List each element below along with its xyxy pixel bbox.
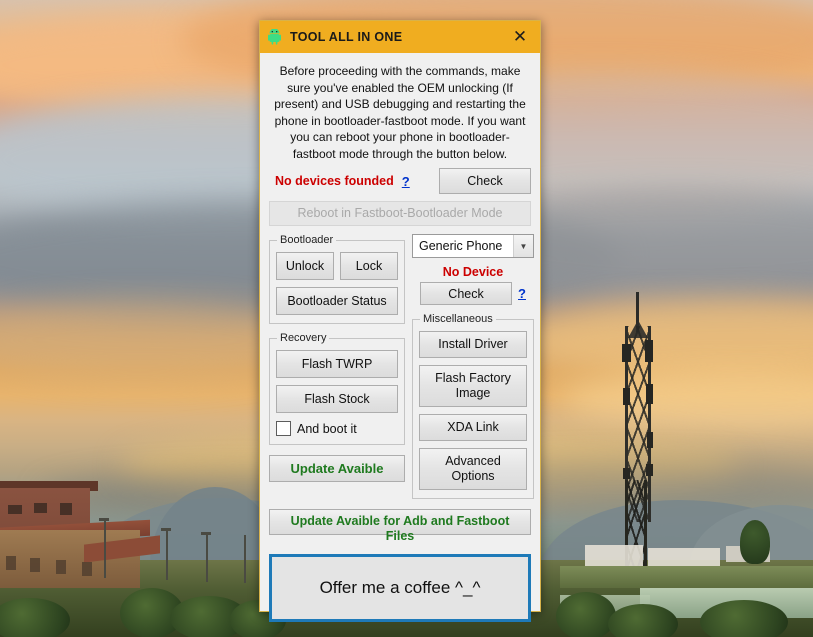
- check-device-button[interactable]: Check: [439, 168, 531, 194]
- flash-stock-button[interactable]: Flash Stock: [276, 385, 398, 413]
- install-driver-button[interactable]: Install Driver: [419, 331, 527, 358]
- unlock-button[interactable]: Unlock: [276, 252, 334, 280]
- miscellaneous-group: Miscellaneous Install Driver Flash Facto…: [412, 313, 534, 499]
- bootloader-group-legend: Bootloader: [280, 234, 334, 246]
- desktop-background: TOOL ALL IN ONE ✕ Before proceeding with…: [0, 0, 813, 637]
- and-boot-it-row: And boot it: [276, 421, 398, 436]
- and-boot-it-checkbox[interactable]: [276, 421, 291, 436]
- instructions-text: Before proceeding with the commands, mak…: [274, 64, 526, 161]
- device-status-help-link[interactable]: ?: [402, 174, 410, 189]
- update-adb-fastboot-files-button[interactable]: Update Avaible for Adb and Fastboot File…: [269, 509, 531, 543]
- chevron-down-icon[interactable]: ▼: [513, 235, 533, 257]
- miscellaneous-group-legend: Miscellaneous: [423, 313, 493, 325]
- xda-link-button[interactable]: XDA Link: [419, 414, 527, 441]
- recovery-group-legend: Recovery: [280, 332, 327, 344]
- device-select-wrapper: Generic Phone ▼: [412, 234, 534, 258]
- reboot-fastboot-bootloader-button[interactable]: Reboot in Fastboot-Bootloader Mode: [269, 201, 531, 226]
- close-icon[interactable]: ✕: [500, 21, 540, 53]
- advanced-options-button[interactable]: Advanced Options: [419, 448, 527, 490]
- offer-coffee-button[interactable]: Offer me a coffee ^_^: [269, 554, 531, 622]
- window-title-bar: TOOL ALL IN ONE ✕: [260, 21, 540, 53]
- right-column: Generic Phone ▼ No Device Check ? Miscel…: [412, 234, 534, 507]
- left-column: Bootloader Unlock Lock Bootloader Status…: [269, 234, 405, 482]
- window-title: TOOL ALL IN ONE: [290, 30, 403, 44]
- right-check-row: Check ?: [412, 282, 534, 305]
- flash-factory-image-button[interactable]: Flash Factory Image: [419, 365, 527, 407]
- flash-twrp-button[interactable]: Flash TWRP: [276, 350, 398, 378]
- window-client-area: Before proceeding with the commands, mak…: [260, 53, 540, 622]
- tool-all-in-one-window: TOOL ALL IN ONE ✕ Before proceeding with…: [259, 20, 541, 622]
- device-status-row: No devices founded ? Check: [269, 168, 531, 194]
- android-robot-icon: [266, 28, 282, 46]
- right-help-link[interactable]: ?: [518, 286, 526, 301]
- check-device-secondary-button[interactable]: Check: [420, 282, 513, 305]
- recovery-group: Recovery Flash TWRP Flash Stock And boot…: [269, 332, 405, 445]
- lock-button[interactable]: Lock: [340, 252, 398, 280]
- right-device-status-text: No Device: [442, 265, 504, 279]
- main-columns: Bootloader Unlock Lock Bootloader Status…: [269, 234, 534, 507]
- bootloader-status-button[interactable]: Bootloader Status: [276, 287, 398, 315]
- and-boot-it-label[interactable]: And boot it: [297, 422, 357, 436]
- unlock-lock-row: Unlock Lock: [276, 252, 398, 280]
- device-status-text: No devices founded: [275, 174, 394, 188]
- update-available-button[interactable]: Update Avaible: [269, 455, 405, 482]
- bootloader-group: Bootloader Unlock Lock Bootloader Status: [269, 234, 405, 324]
